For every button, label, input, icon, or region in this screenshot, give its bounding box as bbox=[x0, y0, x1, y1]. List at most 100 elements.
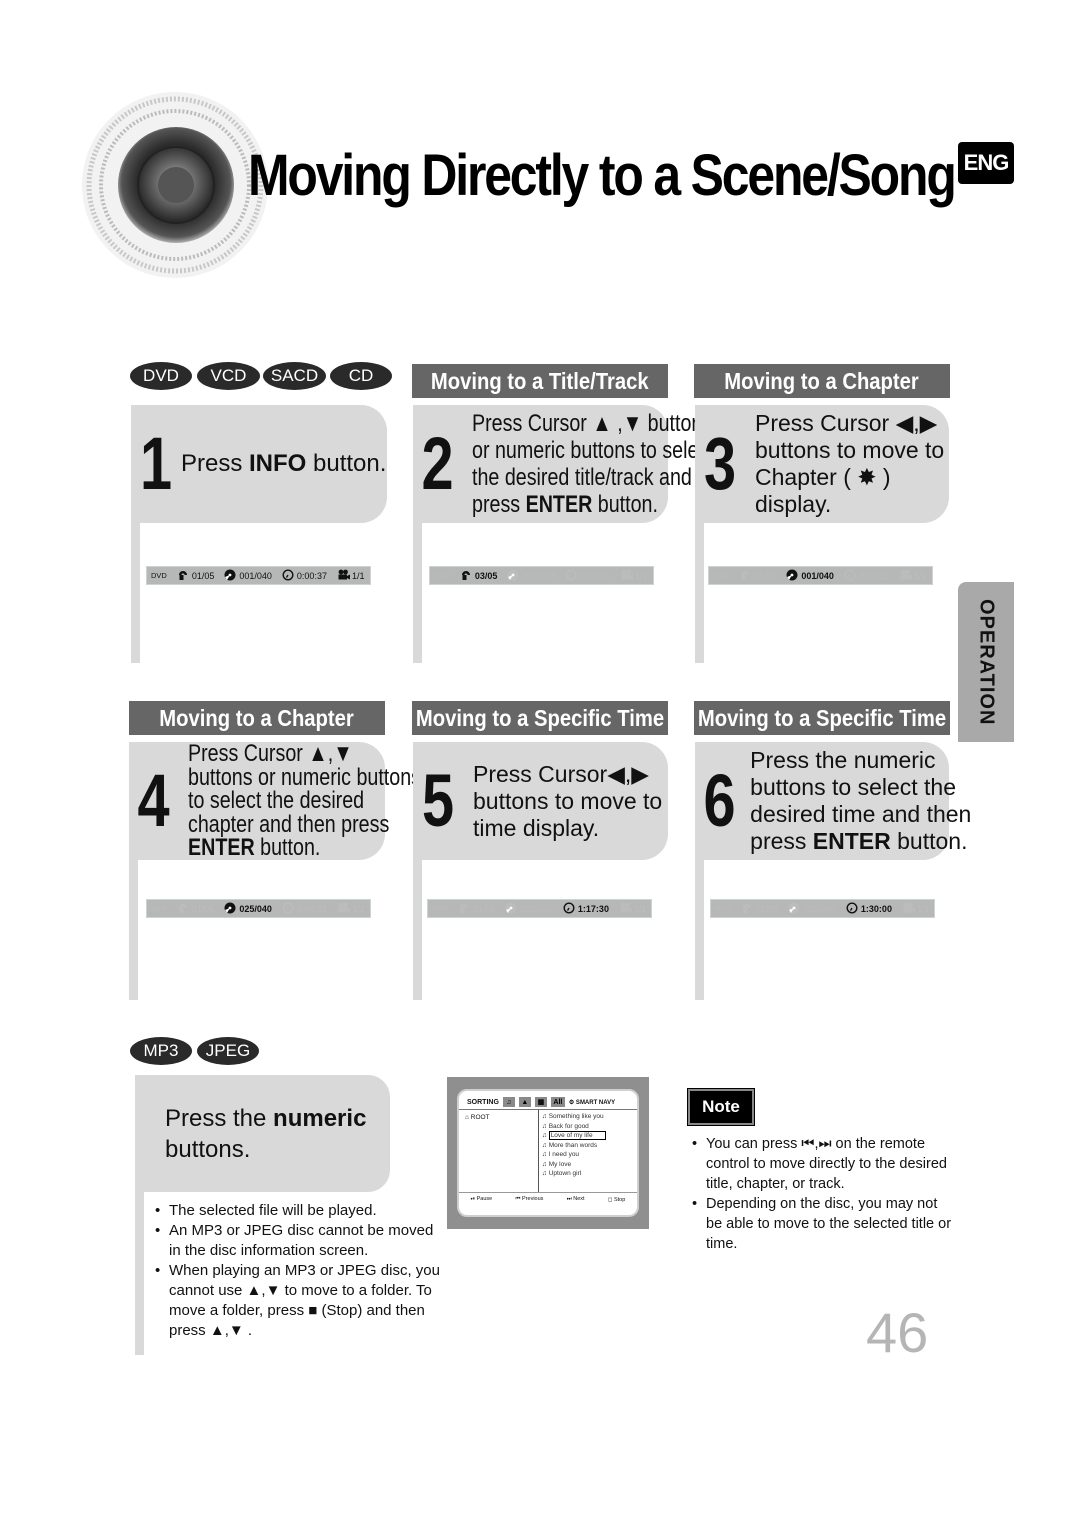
info-display-bar: DVD 01/05 028/040 1:30:00 1/1 bbox=[710, 899, 935, 918]
info-angle: 1/1 bbox=[337, 902, 364, 915]
disc-type-jpeg: JPEG bbox=[197, 1037, 259, 1065]
chapter-icon bbox=[505, 902, 518, 915]
step-instruction: Press Cursor◀,▶ buttons to move to time … bbox=[473, 760, 663, 841]
track-item[interactable]: ♫ Uptown girl bbox=[542, 1169, 606, 1179]
section-header-chapter: Moving to a Chapter bbox=[694, 364, 950, 398]
step-number: 3 bbox=[703, 422, 737, 505]
angle-icon bbox=[899, 569, 912, 582]
track-item[interactable]: ♫ Back for good bbox=[542, 1122, 606, 1132]
page-number: 46 bbox=[866, 1301, 929, 1364]
info-title: 01/05 bbox=[177, 902, 214, 915]
step-number: 2 bbox=[421, 422, 454, 505]
track-item[interactable]: ♫ More than words bbox=[542, 1141, 606, 1151]
step-instruction: Press the numeric buttons to select the … bbox=[750, 747, 972, 854]
mp3-note-item: When playing an MP3 or JPEG disc, you ca… bbox=[155, 1261, 445, 1341]
section-header-specific-time: Moving to a Specific Time bbox=[412, 701, 668, 735]
all-filter: All bbox=[550, 1097, 565, 1107]
angle-icon bbox=[619, 902, 632, 915]
title-icon bbox=[460, 569, 473, 582]
title-icon bbox=[458, 902, 471, 915]
music-note-icon: ♫ bbox=[542, 1122, 549, 1130]
speaker-graphic bbox=[80, 85, 270, 280]
step-instruction: Press INFO button. bbox=[181, 450, 387, 477]
stop-control: ◻ Stop bbox=[607, 1196, 626, 1203]
mp3-instruction: Press the numeric buttons. bbox=[165, 1105, 367, 1163]
track-item[interactable]: ♫ Something like you bbox=[542, 1112, 606, 1122]
step-instruction: Press Cursor ◀,▶ buttons to move to Chap… bbox=[755, 410, 945, 517]
info-time: 0:00:01 bbox=[282, 902, 327, 915]
info-chapter: 001/002 bbox=[507, 569, 555, 582]
mp3-instruction-box: Press the numeric buttons. bbox=[135, 1075, 390, 1192]
smart-navy-label: ⚙ SMART NAVY bbox=[568, 1099, 616, 1106]
step-5: 5 Press Cursor◀,▶ buttons to move to tim… bbox=[413, 742, 668, 860]
info-title: 01/05 bbox=[458, 902, 495, 915]
chapter-icon bbox=[224, 902, 237, 915]
info-display-bar: DVD 01/05 001/040 0:00:01 1/1 bbox=[708, 566, 933, 585]
step-1: 1 Press INFO button. bbox=[131, 405, 387, 523]
step-number: 5 bbox=[421, 759, 455, 842]
info-chapter: 025/040 bbox=[505, 902, 553, 915]
time-icon bbox=[282, 569, 295, 582]
step-number: 1 bbox=[139, 422, 173, 505]
info-time: 0:00:37 bbox=[282, 569, 327, 582]
music-note-icon: ♫ bbox=[542, 1170, 549, 1177]
info-display-bar: DVD 01/05 025/040 1:17:30 1/1 bbox=[427, 899, 652, 918]
info-disc: DVD bbox=[432, 904, 448, 913]
info-display-bar: DVD 03/05 001/002 0:00:01 1/1 bbox=[429, 566, 654, 585]
chapter-icon bbox=[224, 569, 237, 582]
next-control: ⏭ Next bbox=[566, 1196, 585, 1202]
page-title: Moving Directly to a Scene/Song bbox=[248, 143, 957, 208]
track-list: ♫ Something like you ♫ Back for good ♫ Lov… bbox=[539, 1110, 606, 1192]
info-chapter: 028/040 bbox=[788, 902, 836, 915]
step-2: 2 Press Cursor ▲ ,▼ buttons or numeric b… bbox=[413, 405, 736, 523]
folder-icon: ⌂ bbox=[465, 1114, 469, 1121]
title-icon bbox=[741, 902, 754, 915]
chapter-icon bbox=[786, 569, 799, 582]
track-item[interactable]: ♫ My love bbox=[542, 1160, 606, 1170]
music-note-icon: ♫ bbox=[542, 1141, 549, 1149]
info-title: 01/05 bbox=[177, 569, 214, 582]
step-6: 6 Press the numeric buttons to select th… bbox=[695, 742, 971, 860]
time-icon bbox=[282, 902, 295, 915]
info-angle: 1/1 bbox=[620, 569, 647, 582]
music-filter-icon: ♫ bbox=[502, 1097, 515, 1107]
step-4: 4 Press Cursor ▲,▼ buttons or numeric bu… bbox=[129, 742, 421, 860]
title-icon bbox=[177, 569, 190, 582]
operation-side-tab: OPERATION bbox=[958, 582, 1014, 742]
info-display-bar: DVD 01/05 025/040 0:00:01 1/1 bbox=[146, 899, 371, 918]
track-item[interactable]: ♫ Love of my life bbox=[542, 1131, 606, 1141]
step-number: 4 bbox=[137, 759, 170, 842]
info-angle: 1/1 bbox=[337, 569, 364, 582]
music-note-icon: ♫ bbox=[542, 1160, 549, 1168]
time-icon bbox=[563, 902, 576, 915]
music-note-icon: ♫ bbox=[542, 1132, 549, 1139]
disc-type-sacd: SACD bbox=[263, 362, 326, 390]
time-icon bbox=[565, 569, 578, 582]
mp3-notes: The selected file will be played. An MP3… bbox=[155, 1201, 445, 1341]
osd-panel: SORTING ♫ ▲ ▦ All ⚙ SMART NAVY ⌂ ROOT ♫ … bbox=[457, 1089, 639, 1217]
chapter-icon bbox=[788, 902, 801, 915]
next-icon: ⏭ bbox=[566, 1196, 572, 1202]
title-icon bbox=[739, 569, 752, 582]
pause-control: ⏯ Pause bbox=[470, 1196, 493, 1202]
sorting-label: SORTING bbox=[467, 1098, 499, 1106]
time-icon bbox=[846, 902, 859, 915]
music-note-icon: ♫ bbox=[542, 1151, 549, 1158]
disc-type-dvd: DVD bbox=[130, 362, 192, 390]
disc-type-vcd: VCD bbox=[197, 362, 260, 390]
info-chapter: 025/040 bbox=[224, 902, 272, 915]
track-item[interactable]: ♫ I need you bbox=[542, 1150, 606, 1160]
info-disc: DVD bbox=[715, 904, 731, 913]
step-3: 3 Press Cursor ◀,▶ buttons to move to Ch… bbox=[695, 405, 949, 523]
title-icon bbox=[177, 902, 190, 915]
osd-body: ⌂ ROOT ♫ Something like you ♫ Back for go… bbox=[459, 1110, 637, 1192]
video-filter-icon: ▦ bbox=[534, 1097, 547, 1107]
section-header-title-track: Moving to a Title/Track bbox=[412, 364, 668, 398]
angle-icon bbox=[337, 902, 350, 915]
info-chapter: 001/040 bbox=[786, 569, 834, 582]
info-time: 1:17:30 bbox=[563, 902, 609, 915]
disc-type-cd: CD bbox=[330, 362, 392, 390]
note-item: Depending on the disc, you may not be ab… bbox=[692, 1194, 954, 1254]
mp3-browser-screen: SORTING ♫ ▲ ▦ All ⚙ SMART NAVY ⌂ ROOT ♫ … bbox=[447, 1077, 649, 1229]
info-angle: 1/1 bbox=[902, 902, 929, 915]
